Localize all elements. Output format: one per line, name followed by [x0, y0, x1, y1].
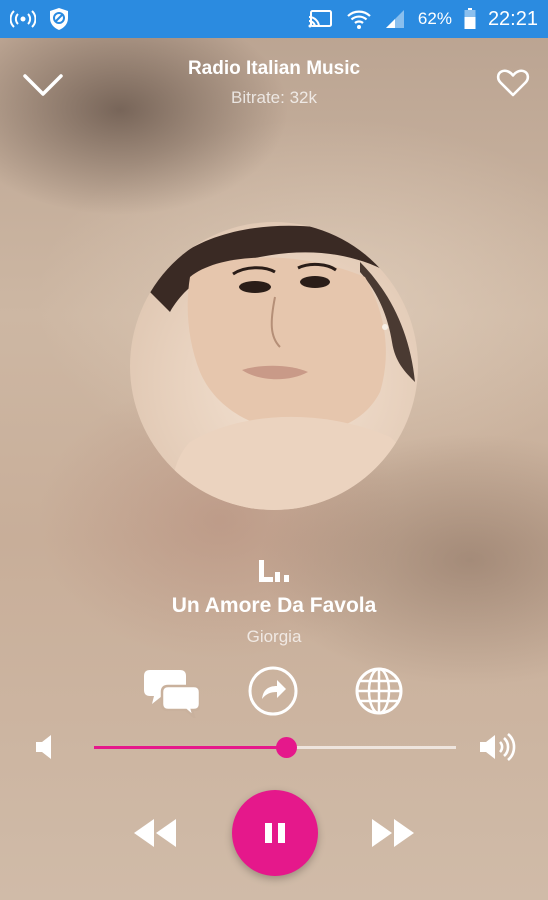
- battery-percent: 62%: [417, 9, 452, 28]
- battery-icon: [464, 8, 476, 29]
- volume-high-icon[interactable]: [478, 733, 518, 761]
- cast-icon: [308, 10, 332, 28]
- wifi-icon: [347, 10, 371, 29]
- station-title: Radio Italian Music: [187, 58, 361, 79]
- bitrate-label: Bitrate: 32k: [231, 88, 317, 107]
- signal-icon: [385, 10, 404, 28]
- album-art: [130, 222, 418, 510]
- pause-button[interactable]: [232, 790, 318, 876]
- volume-slider-thumb[interactable]: [275, 737, 297, 758]
- share-icon[interactable]: [247, 664, 299, 718]
- rewind-icon[interactable]: [132, 815, 178, 851]
- volume-slider[interactable]: [94, 737, 456, 758]
- pause-icon: [265, 823, 285, 843]
- player-header: Radio Italian Music Bitrate: 32k: [0, 38, 548, 118]
- artist-name: Giorgia: [246, 627, 302, 646]
- heart-icon[interactable]: [496, 66, 530, 100]
- chat-icon[interactable]: [144, 664, 200, 718]
- shield-icon: [50, 8, 68, 30]
- fast-forward-icon[interactable]: [370, 815, 416, 851]
- song-title: Un Amore Da Favola: [171, 594, 377, 617]
- equalizer-icon[interactable]: [259, 560, 291, 582]
- clock: 22:21: [487, 7, 538, 30]
- status-bar: 62% 22:21: [0, 0, 548, 38]
- volume-low-icon[interactable]: [34, 733, 56, 761]
- globe-icon[interactable]: [354, 664, 404, 718]
- volume-slider-fill: [94, 746, 286, 749]
- hotspot-icon: [10, 10, 36, 28]
